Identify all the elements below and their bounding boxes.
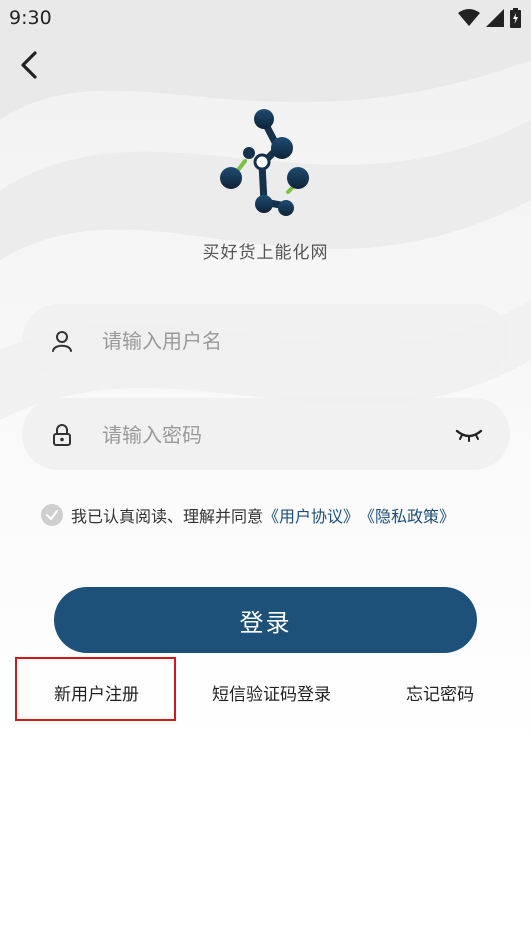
privacy-policy-link[interactable]: 《隐私政策》 <box>359 503 455 527</box>
status-time: 9:30 <box>9 7 52 29</box>
agreement-text: 我已认真阅读、理解并同意 <box>71 507 264 526</box>
username-input[interactable] <box>100 304 434 378</box>
app-name: 买好货上能化网 <box>202 243 329 263</box>
register-link[interactable]: 新用户注册 <box>54 680 139 705</box>
chevron-left-icon <box>21 51 37 79</box>
wifi-icon <box>458 9 480 26</box>
status-bar: 9:30 <box>0 0 531 36</box>
lock-icon <box>53 424 71 446</box>
status-icons <box>458 8 521 28</box>
agreement-checkbox[interactable] <box>41 504 63 526</box>
user-agreement-link[interactable]: 《用户协议》 <box>263 503 359 527</box>
check-icon <box>46 510 58 520</box>
app-logo <box>218 106 314 222</box>
forgot-password-link[interactable]: 忘记密码 <box>406 680 474 705</box>
login-button[interactable]: 登录 <box>54 587 477 653</box>
password-input[interactable] <box>100 398 434 472</box>
username-field[interactable] <box>22 304 510 378</box>
eye-closed-icon[interactable] <box>454 422 484 446</box>
molecule-logo-icon <box>220 109 309 216</box>
battery-icon <box>510 8 521 28</box>
sms-login-link[interactable]: 短信验证码登录 <box>212 680 331 705</box>
password-field[interactable] <box>22 398 510 472</box>
back-button[interactable] <box>14 46 48 84</box>
signal-icon <box>486 9 504 27</box>
agreement-row: 我已认真阅读、理解并同意 《用户协议》 《隐私政策》 <box>41 503 455 527</box>
user-icon <box>52 331 72 352</box>
